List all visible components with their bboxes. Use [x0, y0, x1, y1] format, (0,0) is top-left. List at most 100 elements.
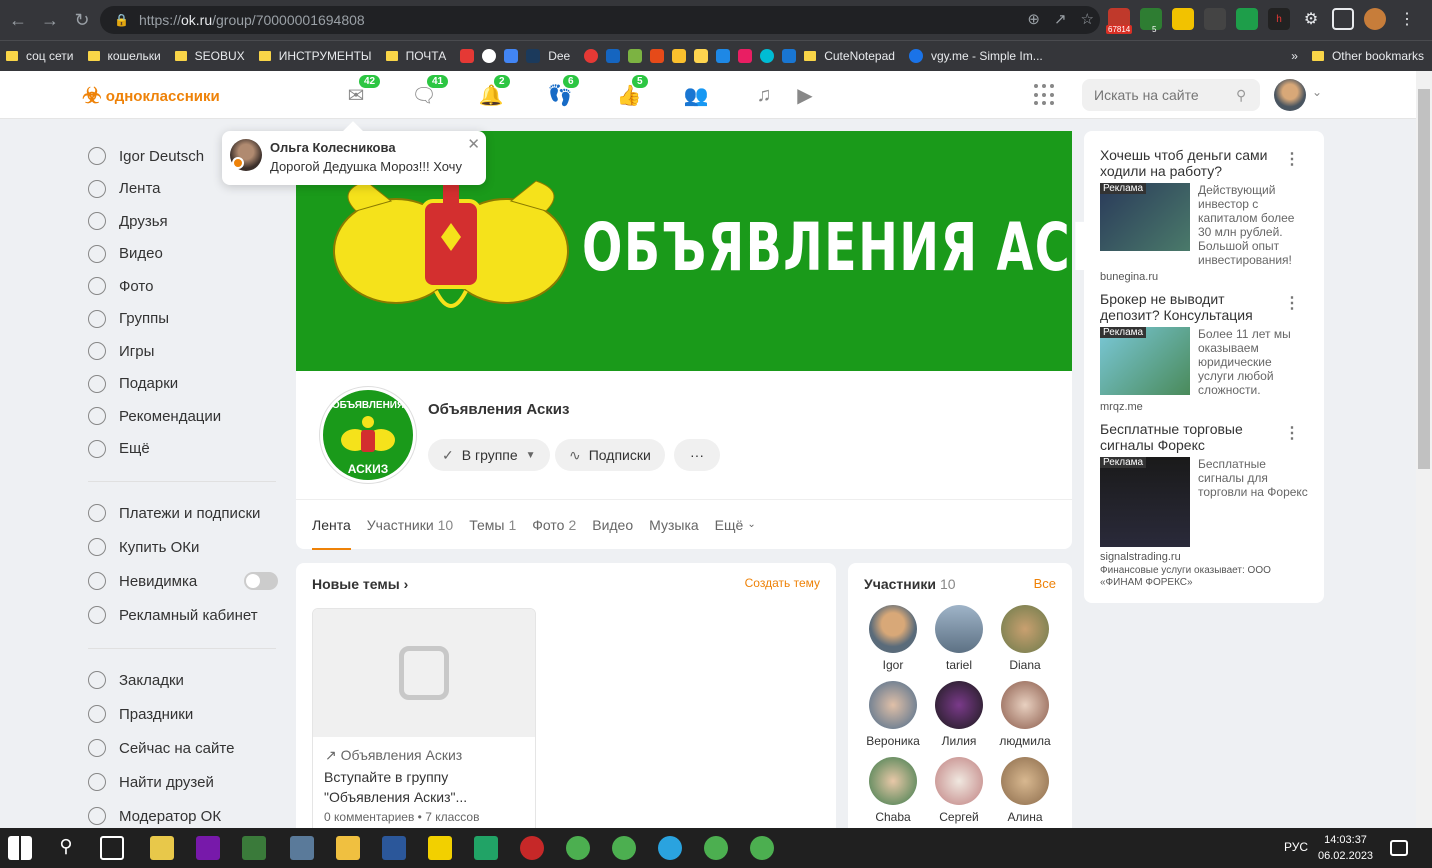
bell-icon[interactable]: 🔔 2: [478, 75, 510, 107]
nav-video[interactable]: Видео: [88, 238, 278, 271]
close-icon[interactable]: ✕: [467, 135, 480, 153]
nav-find-friends[interactable]: Найти друзей: [88, 765, 278, 799]
zoom-icon[interactable]: ⊕: [1027, 10, 1040, 28]
chrome-icon[interactable]: [750, 836, 774, 860]
create-topic-link[interactable]: Создать тему: [745, 576, 820, 590]
share-icon[interactable]: ↗: [1054, 10, 1067, 28]
more-vertical-icon[interactable]: ⋮: [1284, 149, 1300, 169]
mail-extension-icon[interactable]: 67814: [1106, 8, 1133, 34]
member-item[interactable]: Chaba: [860, 757, 926, 824]
like-icon[interactable]: 👍 5: [616, 75, 648, 107]
tab-music[interactable]: Музыка: [649, 500, 699, 550]
youtube-icon[interactable]: [460, 49, 475, 63]
discussions-icon[interactable]: 🗨 41: [411, 75, 449, 107]
site-icon[interactable]: [738, 49, 753, 63]
more-vertical-icon[interactable]: ⋮: [1284, 293, 1300, 313]
nav-ad-cabinet[interactable]: Рекламный кабинет: [88, 598, 278, 632]
nav-invisible[interactable]: Невидимка: [88, 564, 278, 598]
bookmark-folder[interactable]: SEOBUX: [174, 49, 245, 63]
bookmark-folder[interactable]: кошельки: [87, 49, 161, 63]
ad-item[interactable]: Хочешь чтоб деньги сами ходили на работу…: [1100, 147, 1312, 283]
subscriptions-button[interactable]: ∿ Подписки: [555, 439, 665, 471]
search-icon[interactable]: ⚲: [1236, 87, 1246, 104]
member-item[interactable]: Diana: [992, 605, 1058, 672]
app-icon[interactable]: [290, 836, 314, 860]
member-item[interactable]: Сергей: [926, 757, 992, 824]
app-icon[interactable]: [242, 836, 266, 860]
topic-card[interactable]: ↗ Объявления Аскиз Вступайте в группу "О…: [312, 608, 536, 848]
site-icon[interactable]: [584, 49, 599, 63]
nav-recommendations[interactable]: Рекомендации: [88, 400, 278, 433]
explorer-icon[interactable]: [336, 836, 360, 860]
puzzle-icon[interactable]: ⚙: [1300, 8, 1322, 30]
app-icon[interactable]: [150, 836, 174, 860]
tab-members[interactable]: Участники 10: [367, 500, 453, 550]
more-button[interactable]: ···: [674, 439, 720, 471]
bookmark-link[interactable]: Dee: [526, 49, 570, 63]
page-scrollbar[interactable]: [1416, 71, 1432, 828]
tab-video[interactable]: Видео: [592, 500, 633, 550]
forward-icon[interactable]: →: [36, 6, 64, 34]
ad-item[interactable]: Бесплатные торговые сигналы Форекс ⋮ Рек…: [1100, 421, 1312, 563]
nav-holidays[interactable]: Праздники: [88, 697, 278, 731]
chrome-icon[interactable]: [566, 836, 590, 860]
profile-icon[interactable]: [1364, 8, 1386, 30]
translate-icon[interactable]: [504, 49, 519, 63]
site-search-input[interactable]: [1082, 79, 1260, 111]
sheets-icon[interactable]: [474, 836, 498, 860]
telegram-icon[interactable]: [658, 836, 682, 860]
nav-photo[interactable]: Фото: [88, 270, 278, 303]
star-icon[interactable]: ☆: [1081, 10, 1094, 28]
compass-icon[interactable]: [482, 49, 497, 63]
topics-heading[interactable]: Новые темы ›: [312, 576, 408, 592]
friends-icon[interactable]: 👥: [683, 83, 709, 107]
member-item[interactable]: Igor: [860, 605, 926, 672]
site-icon[interactable]: [672, 49, 687, 63]
nav-friends[interactable]: Друзья: [88, 205, 278, 238]
app-icon[interactable]: [520, 836, 544, 860]
chrome-icon[interactable]: [612, 836, 636, 860]
chrome-icon[interactable]: [704, 836, 728, 860]
notifications-icon[interactable]: [1390, 840, 1408, 856]
chevron-down-icon[interactable]: ⌄: [1312, 85, 1322, 99]
nav-more[interactable]: Ещё: [88, 433, 278, 466]
rouble-extension-icon[interactable]: [1236, 8, 1258, 30]
task-view-icon[interactable]: [100, 836, 124, 860]
guests-icon[interactable]: 👣 6: [547, 75, 579, 107]
site-icon[interactable]: [628, 49, 643, 63]
address-bar[interactable]: 🔒 https://ok.ru/group/70000001694808 ⊕ ↗…: [100, 6, 1100, 34]
member-item[interactable]: tariel: [926, 605, 992, 672]
nav-online[interactable]: Сейчас на сайте: [88, 731, 278, 765]
member-item[interactable]: Вероника: [860, 681, 926, 748]
word-icon[interactable]: [382, 836, 406, 860]
bookmark-link[interactable]: vgy.me - Simple Im...: [908, 49, 1043, 63]
tab-feed[interactable]: Лента: [312, 500, 351, 550]
bookmark-folder[interactable]: ИНСТРУМЕНТЫ: [258, 49, 372, 63]
site-icon[interactable]: [694, 49, 709, 63]
user-avatar[interactable]: [1274, 79, 1306, 111]
other-bookmarks[interactable]: » Other bookmarks: [1291, 49, 1424, 63]
menu-icon[interactable]: ⋮: [1396, 8, 1418, 30]
bookmark-folder[interactable]: ПОЧТА: [385, 49, 446, 63]
language-indicator[interactable]: РУС: [1284, 840, 1308, 854]
windows-start-icon[interactable]: [8, 836, 32, 860]
video-icon[interactable]: ▶: [792, 83, 818, 107]
sidepanel-icon[interactable]: [1332, 8, 1354, 30]
bookmark-folder[interactable]: CuteNotepad: [804, 49, 895, 63]
apps-grid-icon[interactable]: [1034, 84, 1056, 106]
invisible-toggle[interactable]: [244, 572, 278, 590]
member-item[interactable]: людмила: [992, 681, 1058, 748]
group-avatar[interactable]: ОБЪЯВЛЕНИЯ АСКИЗ: [320, 387, 416, 483]
reload-icon[interactable]: ↻: [68, 6, 96, 34]
nav-groups[interactable]: Группы: [88, 303, 278, 336]
site-icon[interactable]: [782, 49, 797, 63]
note-extension-icon[interactable]: [1172, 8, 1194, 30]
h-extension-icon[interactable]: h: [1268, 8, 1290, 30]
scrollbar-thumb[interactable]: [1418, 89, 1430, 469]
more-vertical-icon[interactable]: ⋮: [1284, 423, 1300, 443]
member-item[interactable]: Алина: [992, 757, 1058, 824]
tab-topics[interactable]: Темы 1: [469, 500, 516, 550]
tab-photo[interactable]: Фото 2: [532, 500, 576, 550]
topic-source[interactable]: ↗ Объявления Аскиз: [325, 747, 462, 764]
tab-more[interactable]: Ещё ⌄: [715, 500, 756, 550]
